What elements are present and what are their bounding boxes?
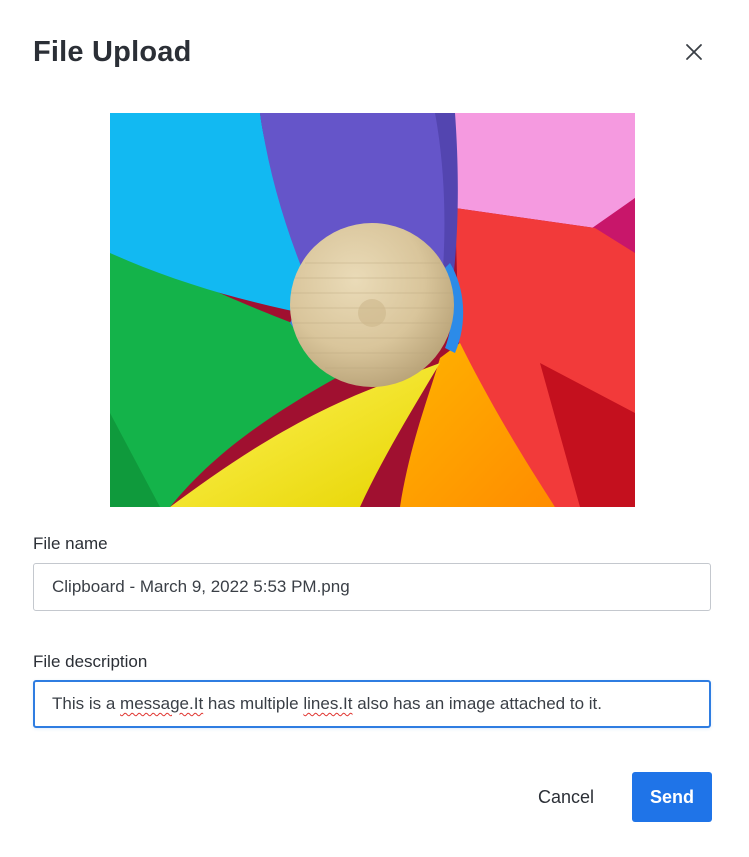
send-button[interactable]: Send [632,772,712,822]
file-name-value: Clipboard - March 9, 2022 5:53 PM.png [52,577,350,596]
file-description-input[interactable]: This is a message.It has multiple lines.… [33,680,711,728]
close-button[interactable] [680,40,708,68]
file-upload-dialog: File Upload File name Clipboard - March … [0,0,749,857]
description-text-part: has multiple [203,694,304,713]
dialog-title: File Upload [33,36,192,68]
close-icon[interactable] [685,43,703,66]
image-preview [110,113,635,507]
file-name-input[interactable]: Clipboard - March 9, 2022 5:53 PM.png [33,563,711,611]
cancel-button[interactable]: Cancel [520,772,612,822]
description-text-part: also has an image attached to it. [352,694,602,713]
misspelled-word: message.It [120,694,204,713]
file-description-label: File description [33,652,148,671]
description-text-part: This is a [52,694,121,713]
misspelled-word: lines.It [303,694,353,713]
file-name-label: File name [33,534,108,553]
